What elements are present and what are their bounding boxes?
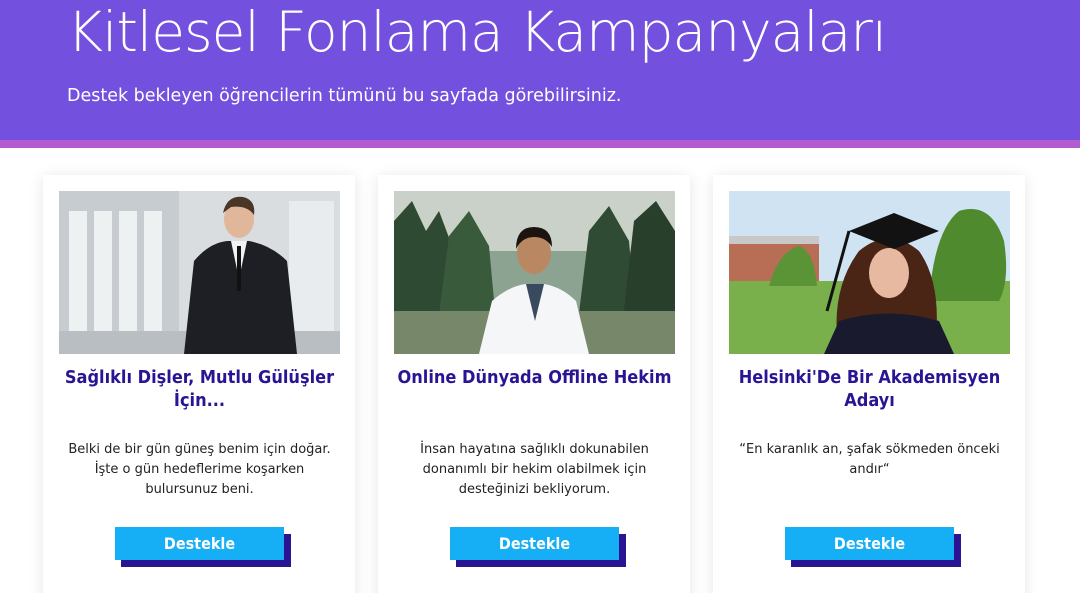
campaign-description: İnsan hayatına sağlıklı dokunabilen dona… [420, 442, 649, 497]
support-button[interactable]: Destekle [785, 527, 954, 560]
campaign-image[interactable] [394, 191, 675, 354]
graduate-in-cap-photo [729, 191, 1010, 354]
student-in-suit-photo [59, 191, 340, 354]
page-subtitle: Destek bekleyen öğrencilerin tümünü bu s… [67, 86, 622, 106]
campaign-description: Belki de bir gün güneş benim için doğar.… [68, 442, 331, 497]
campaign-image[interactable] [729, 191, 1010, 354]
support-button[interactable]: Destekle [450, 527, 619, 560]
support-button[interactable]: Destekle [115, 527, 284, 560]
campaign-image[interactable] [59, 191, 340, 354]
hero-banner: Kitlesel Fonlama Kampanyaları Destek bek… [0, 0, 1080, 140]
campaign-card[interactable]: Sağlıklı Dişler, Mutlu Gülüşler İçin... … [43, 175, 355, 593]
hero-divider [0, 140, 1080, 148]
campaign-title[interactable]: Helsinki'De Bir Akademisyen Adayı [729, 366, 1010, 412]
campaign-title[interactable]: Sağlıklı Dişler, Mutlu Gülüşler İçin... [59, 366, 340, 412]
page-title: Kitlesel Fonlama Kampanyaları [67, 0, 887, 64]
support-button-wrapper: Destekle [450, 527, 626, 567]
campaign-title[interactable]: Online Dünyada Offline Hekim [394, 366, 675, 389]
campaign-footer [61, 587, 337, 593]
campaign-footer [396, 587, 672, 593]
campaign-footer [731, 587, 1007, 593]
support-button-wrapper: Destekle [115, 527, 291, 567]
campaign-card[interactable]: Online Dünyada Offline Hekim İnsan hayat… [378, 175, 690, 593]
campaign-description: “En karanlık an, şafak sökmeden önceki a… [739, 442, 1000, 477]
student-in-lab-coat-photo [394, 191, 675, 354]
support-button-wrapper: Destekle [785, 527, 961, 567]
campaign-card[interactable]: Helsinki'De Bir Akademisyen Adayı “En ka… [713, 175, 1025, 593]
